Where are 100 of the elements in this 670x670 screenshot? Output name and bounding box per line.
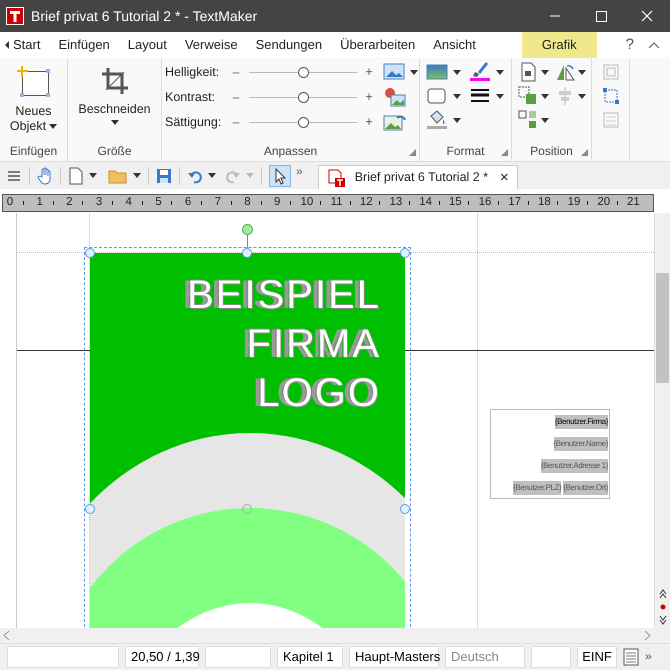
ribbon-tab[interactable]: Start — [11, 32, 50, 58]
caret-icon[interactable] — [453, 118, 461, 122]
scroll-thumb[interactable] — [656, 273, 669, 383]
caret-icon[interactable] — [410, 70, 418, 74]
resize-handle[interactable] — [400, 248, 410, 258]
ruler-number: 18 — [537, 194, 552, 210]
ruler-number: 3 — [94, 194, 104, 210]
decrease-button[interactable]: – — [229, 113, 243, 131]
browse-object-icon[interactable] — [658, 602, 668, 612]
group-label: Einfügen — [10, 143, 58, 160]
paint-bucket-icon[interactable] — [426, 110, 450, 130]
previous-page-icon[interactable] — [658, 589, 668, 599]
ribbon-tab[interactable]: Einfügen — [49, 32, 119, 58]
increase-button[interactable]: + — [363, 62, 375, 82]
center-marker — [242, 504, 252, 514]
crop-icon[interactable] — [100, 66, 130, 96]
status-field: Kapitel 1 — [277, 646, 343, 668]
ruler-number: 2 — [65, 194, 74, 210]
slider-track[interactable] — [249, 92, 357, 102]
help-button[interactable]: ? — [626, 32, 634, 58]
document-tab[interactable]: Brief privat 6 Tutorial 2 * × — [318, 165, 518, 189]
logo-text: LOGO — [257, 370, 381, 417]
caret-icon[interactable] — [453, 70, 461, 74]
slider-track[interactable] — [249, 116, 357, 128]
ribbon-tab[interactable]: Layout — [118, 32, 176, 58]
ribbon-tab[interactable]: Überarbeiten — [331, 32, 424, 58]
increase-button[interactable]: + — [363, 112, 375, 132]
ribbon-tab[interactable]: Sendungen — [246, 32, 332, 58]
ruler-number: 21 — [626, 194, 640, 210]
resize-handle[interactable] — [85, 248, 95, 258]
ruler-number: 0 — [6, 194, 14, 210]
more-tools-button[interactable]: » — [296, 162, 303, 180]
slider-track[interactable] — [249, 66, 357, 78]
rotate-icon[interactable] — [554, 62, 574, 82]
save-icon[interactable] — [156, 168, 172, 184]
increase-button[interactable]: + — [363, 87, 375, 107]
dialog-launcher-icon[interactable] — [581, 149, 588, 156]
caret-icon[interactable] — [496, 70, 504, 74]
ruler-number: 8 — [243, 194, 252, 210]
caret-icon[interactable] — [541, 70, 549, 74]
caret-icon[interactable] — [453, 94, 461, 98]
slider-label: Sättigung: — [165, 114, 222, 131]
status-field: Haupt-Masters — [349, 646, 439, 668]
caret-icon[interactable] — [578, 94, 586, 98]
selection-frame-icon[interactable] — [602, 87, 620, 105]
caret-icon[interactable] — [541, 94, 549, 98]
ribbon-tab[interactable]: Verweise — [176, 32, 247, 58]
brush-icon[interactable] — [468, 62, 492, 82]
resize-handle[interactable] — [85, 504, 95, 514]
group-objects-icon[interactable] — [518, 110, 538, 130]
crop-button[interactable]: Beschneiden — [78, 102, 151, 125]
slider-label: Kontrast: — [165, 88, 216, 106]
next-page-icon[interactable] — [658, 615, 668, 625]
hand-icon[interactable] — [37, 166, 53, 184]
ribbon-tab[interactable]: Ansicht — [424, 32, 485, 58]
new-frame-icon[interactable] — [16, 66, 52, 98]
app-logo-icon — [6, 7, 24, 25]
logo-text: FIRMA — [246, 321, 381, 368]
bring-forward-icon[interactable] — [518, 86, 538, 106]
ribbon-tab[interactable]: Grafik — [522, 32, 597, 58]
decrease-button[interactable]: – — [229, 63, 243, 81]
document-icon — [326, 168, 345, 186]
group-label: Position — [530, 143, 573, 160]
logo-text: BEISPIEL — [187, 272, 381, 319]
caret-icon — [110, 120, 118, 125]
caret-icon[interactable] — [133, 173, 141, 178]
decrease-button[interactable]: – — [229, 88, 243, 106]
picture-icon[interactable] — [383, 62, 407, 82]
dialog-launcher-icon[interactable] — [501, 149, 508, 156]
caret-icon[interactable] — [208, 173, 216, 178]
new-object-button[interactable]: Neues Objekt — [6, 104, 62, 134]
fill-color-icon[interactable] — [426, 62, 450, 82]
more-button[interactable]: » — [645, 647, 652, 665]
ruler-number: 1 — [35, 194, 44, 210]
page-view-icon[interactable] — [623, 648, 639, 666]
resize-handle[interactable] — [242, 248, 252, 258]
group-label: Größe — [97, 143, 132, 160]
status-field: EINF — [577, 646, 617, 668]
slider-thumb[interactable] — [298, 116, 308, 128]
field-placeholder: {Benutzer.Adresse 1} — [540, 459, 608, 473]
ruler-number: 19 — [567, 194, 582, 210]
ruler-number: 14 — [418, 194, 433, 210]
ruler-number: 6 — [184, 194, 192, 210]
caret-icon[interactable] — [89, 173, 97, 178]
caret-icon[interactable] — [541, 118, 549, 122]
group-label: Format — [446, 143, 484, 160]
slider-thumb[interactable] — [298, 92, 308, 102]
close-tab-button[interactable]: × — [500, 170, 509, 185]
color-picture-icon[interactable] — [383, 87, 407, 107]
dialog-launcher-icon[interactable] — [409, 149, 416, 156]
caret-icon[interactable] — [578, 70, 586, 74]
resize-handle[interactable] — [400, 504, 410, 514]
slider-label: Helligkeit: — [165, 64, 220, 81]
new-document-icon[interactable] — [68, 166, 84, 184]
vertical-scrollbar[interactable] — [654, 213, 670, 628]
ruler-number: 5 — [154, 194, 163, 210]
pointer-icon[interactable] — [269, 164, 291, 186]
slider-thumb[interactable] — [298, 66, 308, 78]
rotation-handle[interactable] — [242, 224, 253, 235]
caret-icon[interactable] — [496, 94, 504, 98]
